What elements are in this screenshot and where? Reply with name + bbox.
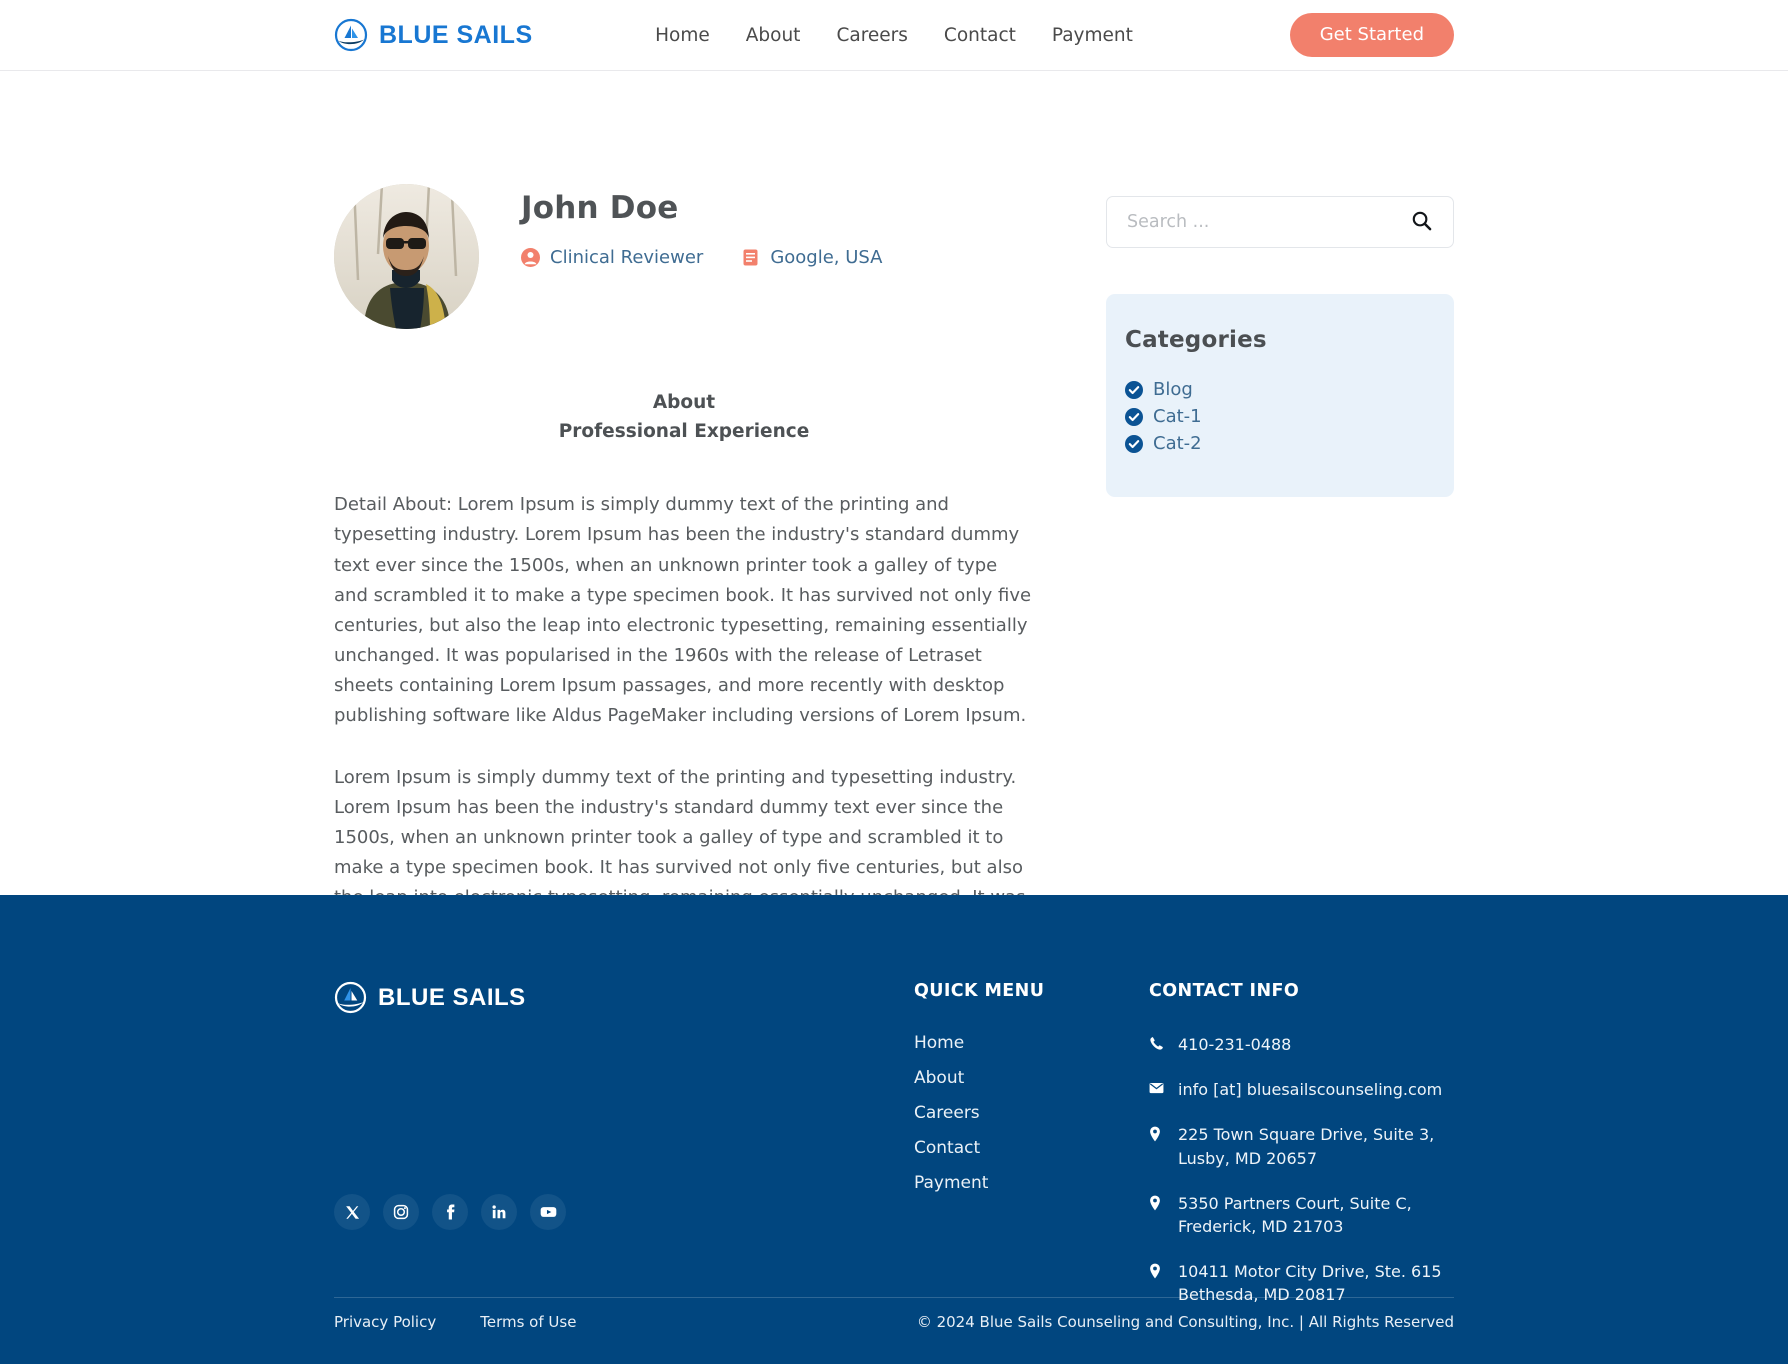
- check-circle-icon: [1125, 407, 1143, 426]
- sailboat-circle-icon: [334, 981, 367, 1014]
- page-title: John Doe: [521, 190, 679, 226]
- nav-item-home[interactable]: Home: [655, 25, 710, 46]
- contact-address-3-text: 10411 Motor City Drive, Ste. 615 Bethesd…: [1178, 1262, 1442, 1305]
- linkedin-icon[interactable]: [481, 1194, 517, 1230]
- user-circle-icon: [521, 248, 540, 267]
- envelope-icon: [1149, 1081, 1164, 1098]
- categories-title: Categories: [1125, 327, 1267, 353]
- footer-link-careers[interactable]: Careers: [914, 1103, 1149, 1123]
- get-started-button[interactable]: Get Started: [1289, 13, 1454, 57]
- nav-item-contact[interactable]: Contact: [944, 25, 1016, 46]
- id-card-icon: [741, 248, 760, 267]
- profile-meta: Clinical Reviewer Google, USA: [521, 247, 883, 268]
- facebook-icon[interactable]: [432, 1194, 468, 1230]
- about-paragraph-1: Detail About: Lorem Ipsum is simply dumm…: [334, 494, 1032, 726]
- profile-company: Google, USA: [741, 247, 883, 268]
- profile-role: Clinical Reviewer: [521, 247, 703, 268]
- contact-phone-text: 410-231-0488: [1178, 1035, 1292, 1054]
- footer-bottom-bar: Privacy Policy Terms of Use © 2024 Blue …: [334, 1313, 1454, 1331]
- about-heading-line2: Professional Experience: [558, 421, 810, 443]
- category-item-blog[interactable]: Blog: [1125, 379, 1454, 400]
- main-nav: Home About Careers Contact Payment: [655, 25, 1133, 46]
- profile-header: John Doe Clinical Reviewer Google, USA: [334, 184, 1034, 329]
- category-item-cat-1[interactable]: Cat-1: [1125, 406, 1454, 427]
- category-label: Cat-2: [1153, 433, 1202, 454]
- footer-quick-menu-title: QUICK MENU: [914, 981, 1045, 1001]
- page-body: John Doe Clinical Reviewer Google, USA A…: [0, 71, 1788, 1003]
- footer-divider: [334, 1297, 1454, 1298]
- check-circle-icon: [1125, 434, 1143, 453]
- site-header: BLUE SAILS Home About Careers Contact Pa…: [0, 0, 1788, 71]
- categories-list: Blog Cat-1 Cat-2: [1106, 379, 1454, 454]
- footer-link-payment[interactable]: Payment: [914, 1173, 1149, 1193]
- footer-contact-title: CONTACT INFO: [1149, 981, 1300, 1001]
- main-content: John Doe Clinical Reviewer Google, USA A…: [334, 184, 1034, 1003]
- map-pin-icon: [1149, 1195, 1164, 1212]
- contact-address-3[interactable]: 10411 Motor City Drive, Ste. 615 Bethesd…: [1149, 1260, 1479, 1306]
- search-input[interactable]: [1127, 212, 1409, 232]
- contact-address-1-text: 225 Town Square Drive, Suite 3, Lusby, M…: [1178, 1125, 1435, 1168]
- check-circle-icon: [1125, 380, 1143, 399]
- contact-address-2[interactable]: 5350 Partners Court, Suite C, Frederick,…: [1149, 1192, 1479, 1238]
- header-brand[interactable]: BLUE SAILS: [334, 18, 533, 52]
- footer-link-home[interactable]: Home: [914, 1033, 1149, 1053]
- nav-item-careers[interactable]: Careers: [836, 25, 907, 46]
- search-icon: [1411, 210, 1432, 234]
- profile-company-label: Google, USA: [770, 247, 883, 268]
- contact-phone[interactable]: 410-231-0488: [1149, 1033, 1479, 1056]
- phone-icon: [1149, 1036, 1164, 1053]
- x-twitter-icon[interactable]: [334, 1194, 370, 1230]
- contact-email[interactable]: info [at] bluesailscounseling.com: [1149, 1078, 1479, 1101]
- footer-legal-links: Privacy Policy Terms of Use: [334, 1313, 576, 1331]
- sidebar: Categories Blog: [1106, 184, 1454, 1003]
- instagram-icon[interactable]: [383, 1194, 419, 1230]
- brand-name: BLUE SAILS: [379, 20, 533, 49]
- categories-panel: Categories Blog Cat-1 Cat-2: [1106, 294, 1454, 497]
- site-footer: BLUE SAILS QUICK MENU Home About Careers…: [0, 895, 1788, 1364]
- footer-contact-info: CONTACT INFO 410-231-0488 info [at] blue…: [1149, 981, 1479, 1329]
- youtube-icon[interactable]: [530, 1194, 566, 1230]
- copyright-text: © 2024 Blue Sails Counseling and Consult…: [916, 1313, 1454, 1331]
- sailboat-circle-icon: [334, 18, 368, 52]
- footer-quick-menu: QUICK MENU Home About Careers Contact Pa…: [914, 981, 1149, 1329]
- terms-of-use-link[interactable]: Terms of Use: [480, 1313, 576, 1331]
- category-label: Cat-1: [1153, 406, 1202, 427]
- footer-link-about[interactable]: About: [914, 1068, 1149, 1088]
- profile-details: John Doe Clinical Reviewer Google, USA: [521, 184, 883, 268]
- footer-socials: [334, 1194, 914, 1230]
- contact-address-1[interactable]: 225 Town Square Drive, Suite 3, Lusby, M…: [1149, 1123, 1479, 1169]
- contact-email-text: info [at] bluesailscounseling.com: [1178, 1080, 1443, 1100]
- avatar: [334, 184, 479, 329]
- about-heading-line1: About: [652, 392, 716, 413]
- contact-address-2-text: 5350 Partners Court, Suite C, Frederick,…: [1178, 1193, 1412, 1236]
- map-pin-icon: [1149, 1126, 1164, 1143]
- category-item-cat-2[interactable]: Cat-2: [1125, 433, 1454, 454]
- footer-columns: BLUE SAILS QUICK MENU Home About Careers…: [334, 895, 1454, 1329]
- map-pin-icon: [1149, 1263, 1164, 1280]
- footer-link-contact[interactable]: Contact: [914, 1138, 1149, 1158]
- footer-brand-column: BLUE SAILS: [334, 981, 914, 1329]
- privacy-policy-link[interactable]: Privacy Policy: [334, 1313, 436, 1331]
- search-button[interactable]: [1409, 210, 1433, 234]
- footer-brand-name: BLUE SAILS: [378, 983, 526, 1011]
- nav-item-payment[interactable]: Payment: [1052, 25, 1133, 46]
- search-box[interactable]: [1106, 196, 1454, 248]
- about-heading: About Professional Experience: [334, 388, 1034, 446]
- nav-item-about[interactable]: About: [746, 25, 801, 46]
- category-label: Blog: [1153, 379, 1193, 400]
- footer-brand[interactable]: BLUE SAILS: [334, 981, 914, 1014]
- profile-role-label: Clinical Reviewer: [550, 247, 704, 268]
